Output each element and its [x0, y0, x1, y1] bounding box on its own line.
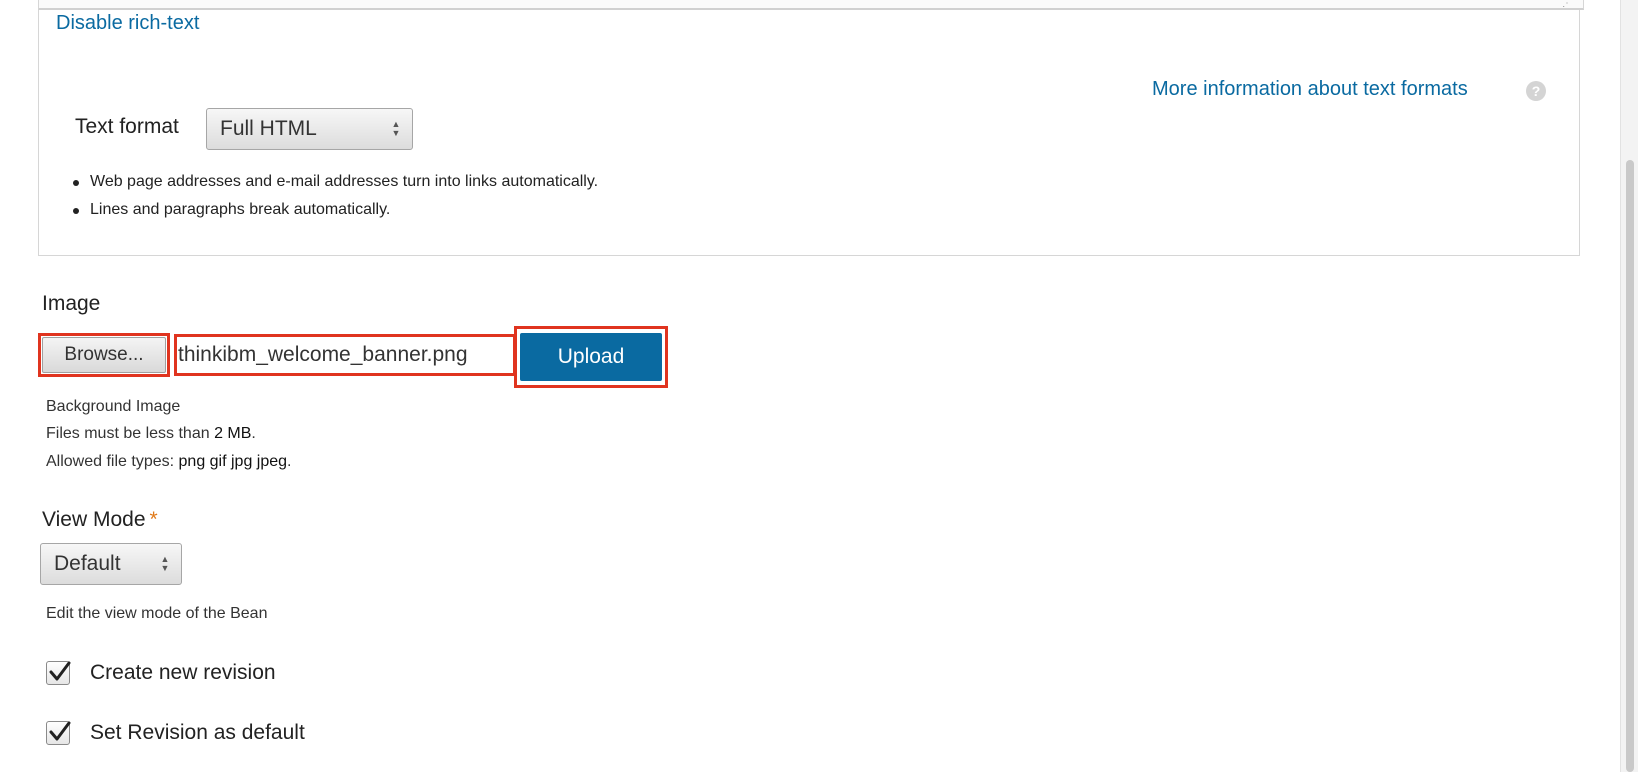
checkmark-icon — [49, 661, 71, 681]
file-types-prefix: Allowed file types: — [46, 453, 179, 470]
allowed-file-types: Allowed file types: png gif jpg jpeg. — [46, 453, 292, 471]
file-size-limit: Files must be less than 2 MB. — [46, 425, 256, 443]
view-mode-select[interactable]: Default ▲ ▼ — [40, 543, 182, 585]
disable-rich-text-link[interactable]: Disable rich-text — [56, 12, 199, 35]
create-revision-label[interactable]: Create new revision — [90, 659, 276, 687]
file-types-suffix: . — [287, 453, 292, 470]
file-size-suffix: . — [251, 425, 256, 442]
browse-button[interactable]: Browse... — [42, 337, 166, 373]
resize-grip-icon[interactable]: ⋰ — [1562, 0, 1578, 9]
image-description: Background Image — [46, 398, 181, 415]
text-format-select[interactable]: Full HTML ▲ ▼ — [206, 108, 413, 150]
help-icon[interactable]: ? — [1526, 81, 1546, 101]
set-default-label[interactable]: Set Revision as default — [90, 719, 305, 747]
more-info-text-formats-link[interactable]: More information about text formats — [1152, 78, 1468, 101]
view-mode-label-text: View Mode — [42, 508, 146, 531]
view-mode-description: Edit the view mode of the Bean — [46, 605, 268, 622]
select-arrows-icon: ▲ ▼ — [391, 119, 401, 138]
upload-button[interactable]: Upload — [520, 333, 662, 381]
text-format-selected-value: Full HTML — [220, 117, 317, 140]
page: ⋰ Disable rich-text More information abo… — [0, 0, 1638, 772]
filter-tip: Web page addresses and e-mail addresses … — [70, 168, 598, 196]
filter-tip: Lines and paragraphs break automatically… — [70, 196, 598, 224]
file-size-prefix: Files must be less than — [46, 425, 215, 442]
view-mode-selected-value: Default — [54, 552, 121, 575]
scrollbar-thumb[interactable] — [1626, 160, 1634, 772]
image-field-label: Image — [42, 292, 101, 315]
required-marker: * — [149, 508, 158, 531]
view-mode-label: View Mode * — [42, 508, 158, 532]
filter-tips-list: Web page addresses and e-mail addresses … — [70, 168, 598, 224]
file-size-value: 2 MB — [214, 425, 252, 442]
set-default-checkbox[interactable] — [46, 721, 71, 745]
editor-bottom-edge — [38, 0, 1584, 10]
text-format-label: Text format — [75, 115, 179, 138]
select-arrows-icon: ▲ ▼ — [160, 554, 170, 573]
file-types-value: png gif jpg jpeg — [178, 453, 288, 470]
create-revision-checkbox[interactable] — [46, 661, 71, 685]
checkmark-icon — [49, 721, 71, 741]
selected-file-name[interactable]: thinkibm_welcome_banner.png — [178, 338, 512, 372]
